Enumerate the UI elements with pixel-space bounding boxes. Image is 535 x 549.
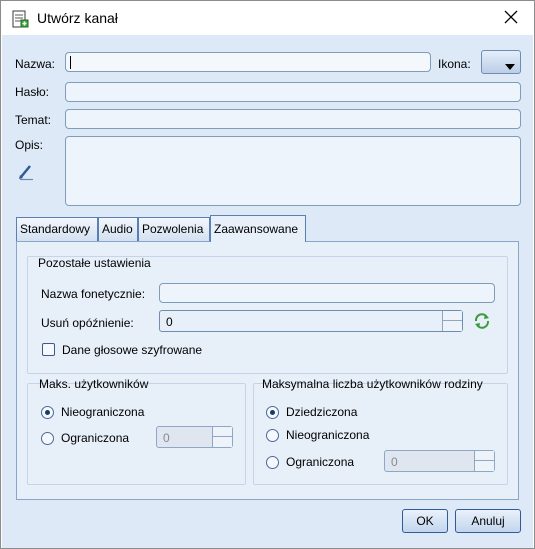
notebook-edit-icon	[11, 10, 29, 28]
spin-up-button[interactable]	[474, 451, 494, 461]
tab-permissions[interactable]: Pozwolenia	[138, 217, 210, 241]
cancel-button[interactable]: Anuluj	[455, 509, 521, 533]
family-inherited-radio[interactable]	[266, 406, 279, 419]
encrypted-voice-checkbox[interactable]	[42, 343, 55, 356]
delete-delay-spinner[interactable]: 0	[159, 310, 463, 332]
text-caret	[70, 56, 71, 69]
max-users-limit-value: 0	[163, 431, 170, 445]
delete-delay-label: Usuń opóźnienie:	[41, 316, 134, 330]
max-users-limited-label: Ograniczona	[61, 431, 130, 445]
advanced-tab-panel: Pozostałe ustawienia Nazwa fonetycznie: …	[16, 241, 519, 500]
family-limit-spinner[interactable]: 0	[384, 450, 495, 472]
family-limit-value: 0	[391, 455, 398, 469]
close-button[interactable]	[494, 4, 528, 32]
icon-label: Ikona:	[438, 57, 471, 71]
max-users-unlimited-radio[interactable]	[41, 406, 54, 419]
spin-up-button[interactable]	[212, 427, 232, 437]
max-users-title: Maks. użytkowników	[39, 377, 149, 391]
spin-down-button[interactable]	[474, 461, 494, 471]
close-icon	[504, 10, 518, 27]
chevron-down-icon	[505, 59, 515, 73]
max-users-limited-radio[interactable]	[41, 432, 54, 445]
phonetic-name-label: Nazwa fonetycznie:	[41, 287, 146, 301]
other-settings-title: Pozostałe ustawienia	[38, 256, 151, 270]
family-unlimited-radio[interactable]	[266, 429, 279, 442]
ok-button[interactable]: OK	[402, 509, 448, 533]
password-input[interactable]	[65, 82, 521, 102]
family-limited-radio[interactable]	[266, 456, 279, 469]
spin-down-button[interactable]	[442, 321, 462, 331]
phonetic-name-input[interactable]	[159, 283, 495, 303]
dialog-body: Nazwa: Ikona: Hasło: Temat: Opis: Standa…	[2, 35, 533, 548]
tab-advanced[interactable]: Zaawansowane	[210, 215, 306, 242]
create-channel-dialog: Utwórz kanał Nazwa: Ikona: Hasło: Temat:…	[0, 0, 535, 549]
name-label: Nazwa:	[15, 57, 56, 71]
tab-standard[interactable]: Standardowy	[16, 217, 98, 241]
max-users-unlimited-label: Nieograniczona	[61, 405, 145, 419]
password-label: Hasło:	[15, 85, 50, 99]
name-input[interactable]	[65, 52, 431, 72]
topic-input[interactable]	[65, 109, 521, 129]
max-family-users-title: Maksymalna liczba użytkowników rodziny	[262, 377, 483, 391]
window-title: Utwórz kanał	[37, 10, 118, 26]
refresh-icon[interactable]	[473, 312, 491, 333]
description-label: Opis:	[15, 138, 44, 152]
encrypted-voice-label: Dane głosowe szyfrowane	[62, 343, 203, 357]
spin-up-button[interactable]	[442, 311, 462, 321]
delete-delay-value: 0	[166, 315, 173, 329]
icon-select[interactable]	[481, 50, 521, 74]
topic-label: Temat:	[15, 113, 52, 127]
description-textarea[interactable]	[65, 136, 521, 206]
family-unlimited-label: Nieograniczona	[286, 428, 370, 442]
family-inherited-label: Dziedziczona	[286, 405, 358, 419]
pen-edit-icon[interactable]	[17, 163, 35, 184]
title-bar: Utwórz kanał	[1, 1, 534, 35]
tab-audio[interactable]: Audio	[98, 217, 138, 241]
family-limited-label: Ograniczona	[286, 455, 355, 469]
spin-down-button[interactable]	[212, 437, 232, 447]
max-users-limit-spinner[interactable]: 0	[156, 426, 233, 448]
